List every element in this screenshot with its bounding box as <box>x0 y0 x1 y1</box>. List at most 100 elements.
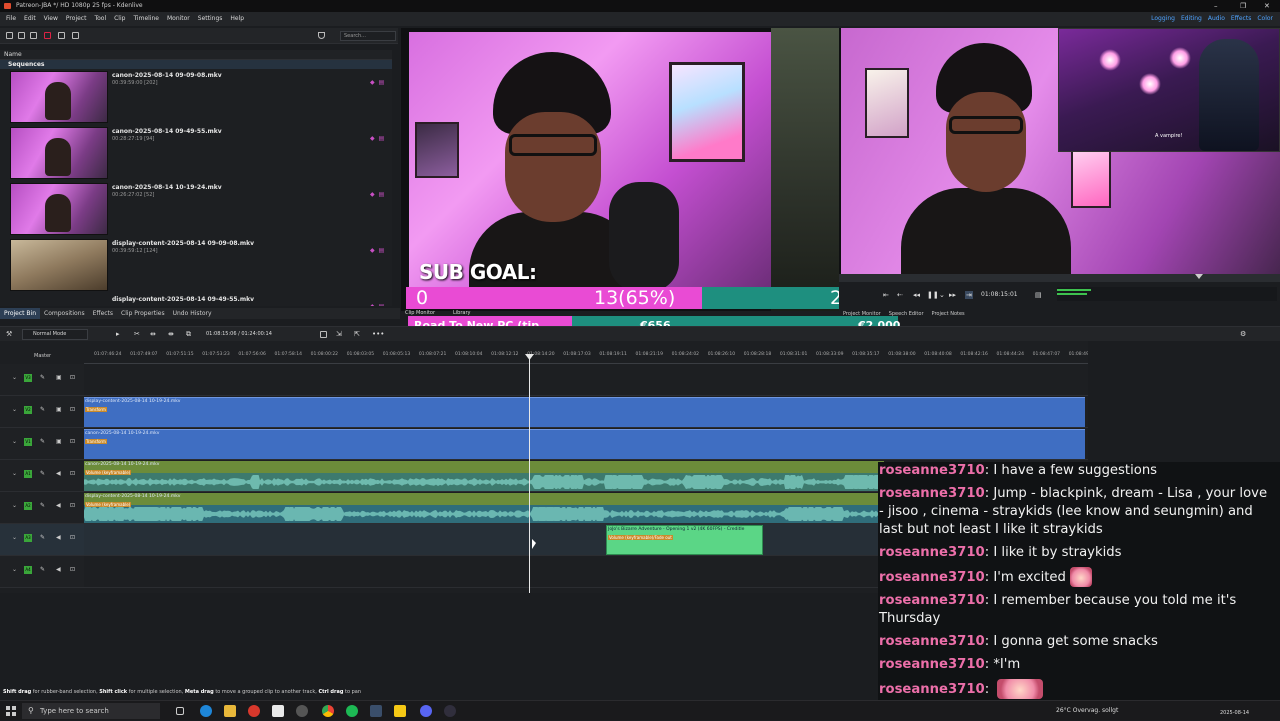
monitor-timecode[interactable]: 01:08:15:01 <box>981 291 1018 298</box>
tab-compositions[interactable]: Compositions <box>40 308 89 319</box>
track-header-v2[interactable]: ⌄ V2 ✎ ▣ ⊡ <box>0 396 84 428</box>
tab-speech-editor[interactable]: Speech Editor <box>885 310 928 318</box>
edit-icon[interactable]: ✎ <box>40 374 47 382</box>
lock-icon[interactable]: ⊡ <box>70 566 77 574</box>
close-button[interactable]: ✕ <box>1264 0 1270 12</box>
timeline-clip[interactable]: display-content-2025-08-14 10-19-24.mkv … <box>84 397 1085 427</box>
select-tool-icon[interactable]: ▸ <box>116 331 123 338</box>
list-item[interactable]: display-content-2025-08-14 09-09-08.mkv … <box>0 237 392 293</box>
hide-track-icon[interactable]: ▣ <box>56 438 63 446</box>
razor-icon[interactable]: ✂ <box>134 331 141 338</box>
collapse-icon[interactable]: ⌄ <box>12 566 17 573</box>
sticky-notes-icon[interactable] <box>394 705 406 717</box>
layout-logging[interactable]: Logging <box>1148 12 1178 26</box>
speaker-icon[interactable]: ◀ <box>56 534 63 542</box>
edit-mode-select[interactable]: Normal Mode <box>22 329 88 340</box>
monitor-playhead[interactable] <box>1195 274 1203 279</box>
menu-icon[interactable]: ▤ <box>1035 291 1042 299</box>
tab-project-bin[interactable]: Project Bin <box>0 308 41 319</box>
menu-file[interactable]: File <box>0 12 20 26</box>
track-header-v3[interactable]: ⌄ V3 ✎ ▣ ⊡ <box>0 364 84 396</box>
layout-effects[interactable]: Effects <box>1228 12 1254 26</box>
tab-effects[interactable]: Effects <box>89 308 117 319</box>
split-icon[interactable]: ⚒ <box>6 331 13 338</box>
list-item[interactable]: canon-2025-08-14 09-09-08.mkv 00:39:59:0… <box>0 69 392 125</box>
filter-icon[interactable] <box>318 32 325 39</box>
collapse-icon[interactable]: ⌄ <box>12 406 17 413</box>
chevron-down-icon[interactable]: ⌄ <box>939 291 945 299</box>
taskbar-search-input[interactable]: Type here to search <box>22 703 160 719</box>
obs-icon[interactable] <box>444 705 456 717</box>
task-view-icon[interactable] <box>176 707 184 715</box>
master-label[interactable]: Master <box>34 353 51 359</box>
track-lane-v1[interactable]: canon-2025-08-14 10-19-24.mkv Transform <box>84 428 1088 460</box>
edit-icon[interactable]: ✎ <box>40 470 47 478</box>
lock-icon[interactable]: ⊡ <box>70 374 77 382</box>
timeline-playhead[interactable] <box>529 355 530 593</box>
tab-undo-history[interactable]: Undo History <box>169 308 216 319</box>
collapse-icon[interactable]: ⌄ <box>12 534 17 541</box>
menu-settings[interactable]: Settings <box>194 12 227 26</box>
tab-project-monitor[interactable]: Project Monitor <box>839 310 885 318</box>
tab-project-notes[interactable]: Project Notes <box>928 310 969 318</box>
track-header-a2[interactable]: ⌄ A2 ✎ ◀ ⊡ <box>0 492 84 524</box>
edit-icon[interactable]: ✎ <box>40 406 47 414</box>
list-item[interactable]: canon-2025-08-14 10-19-24.mkv 00:26:27:0… <box>0 181 392 237</box>
edit-icon[interactable]: ✎ <box>40 566 47 574</box>
track-header-a4[interactable]: ⌄ A4 ✎ ◀ ⊡ <box>0 556 84 588</box>
tag-icon[interactable] <box>58 32 65 39</box>
timeline-timecode[interactable]: 01:08:15:06 / 01:24:00:14 <box>206 327 272 342</box>
layout-color[interactable]: Color <box>1254 12 1276 26</box>
spotify-icon[interactable] <box>346 705 358 717</box>
mail-icon[interactable] <box>272 705 284 717</box>
insert-icon[interactable]: ⇲ <box>336 331 343 338</box>
menu-clip[interactable]: Clip <box>110 12 129 26</box>
edge-icon[interactable] <box>200 705 212 717</box>
overwrite-icon[interactable]: ⇱ <box>354 331 361 338</box>
slip-icon[interactable]: ⇼ <box>168 331 175 338</box>
timeline-ruler[interactable]: 01:07:46:24 01:07:49:07 01:07:51:15 01:07:5… <box>84 350 1088 364</box>
app-icon[interactable] <box>296 705 308 717</box>
track-lane-v2[interactable]: display-content-2025-08-14 10-19-24.mkv … <box>84 396 1088 428</box>
menu-view[interactable]: View <box>40 12 62 26</box>
timeline-clip[interactable]: display-content-2025-08-14 10-19-24.mkv … <box>84 493 884 523</box>
menu-monitor[interactable]: Monitor <box>163 12 194 26</box>
collapse-icon[interactable]: ⌄ <box>12 502 17 509</box>
timeline-clip[interactable]: canon-2025-08-14 10-19-24.mkv Volume (ke… <box>84 461 884 491</box>
list-item[interactable]: display-content-2025-08-14 09-49-55.mkv … <box>0 293 392 306</box>
timeline-clip[interactable]: canon-2025-08-14 10-19-24.mkv Transform <box>84 429 1085 459</box>
file-explorer-icon[interactable] <box>224 705 236 717</box>
menu-project[interactable]: Project <box>62 12 91 26</box>
bin-search-input[interactable]: Search... <box>340 31 396 41</box>
clock-date[interactable]: 2025-08-14 <box>1220 710 1249 716</box>
project-monitor[interactable]: A vampire! <box>839 28 1280 274</box>
speaker-icon[interactable]: ◀ <box>56 502 63 510</box>
list-item[interactable]: canon-2025-08-14 09-49-55.mkv 00:28:27:1… <box>0 125 392 181</box>
track-lane-v3[interactable] <box>84 364 1088 396</box>
track-header-a1[interactable]: ⌄ A1 ✎ ◀ ⊡ <box>0 460 84 492</box>
lock-icon[interactable]: ⊡ <box>70 406 77 414</box>
lock-icon[interactable]: ⊡ <box>70 534 77 542</box>
edit-icon[interactable]: ✎ <box>40 438 47 446</box>
forward-icon[interactable]: ▸▸ <box>949 291 956 299</box>
delete-icon[interactable] <box>44 32 51 39</box>
lock-icon[interactable]: ⊡ <box>70 502 77 510</box>
prev-frame-icon[interactable]: ⇠ <box>897 291 903 299</box>
layout-editing[interactable]: Editing <box>1178 12 1205 26</box>
app-icon[interactable] <box>248 705 260 717</box>
speaker-icon[interactable]: ◀ <box>56 566 63 574</box>
kdenlive-taskbar-icon[interactable] <box>370 705 382 717</box>
track-header-v1[interactable]: ⌄ V1 ✎ ▣ ⊡ <box>0 428 84 460</box>
ripple-icon[interactable]: ⧉ <box>186 331 193 338</box>
timeline-clip[interactable]: JoJo's Bizarre Adventure - Opening 1 v2 … <box>606 525 763 555</box>
windows-start-icon[interactable] <box>6 706 16 716</box>
collapse-icon[interactable]: ⌄ <box>12 438 17 445</box>
hide-track-icon[interactable]: ▣ <box>56 374 63 382</box>
go-start-icon[interactable]: ⇤ <box>883 291 889 299</box>
more-icon[interactable]: ••• <box>372 331 384 338</box>
pause-icon[interactable]: ❚❚ <box>927 291 939 299</box>
edit-icon[interactable]: ✎ <box>40 534 47 542</box>
menu-timeline[interactable]: Timeline <box>129 12 163 26</box>
spacer-icon[interactable]: ⇹ <box>150 331 157 338</box>
minimize-button[interactable]: – <box>1214 0 1218 12</box>
